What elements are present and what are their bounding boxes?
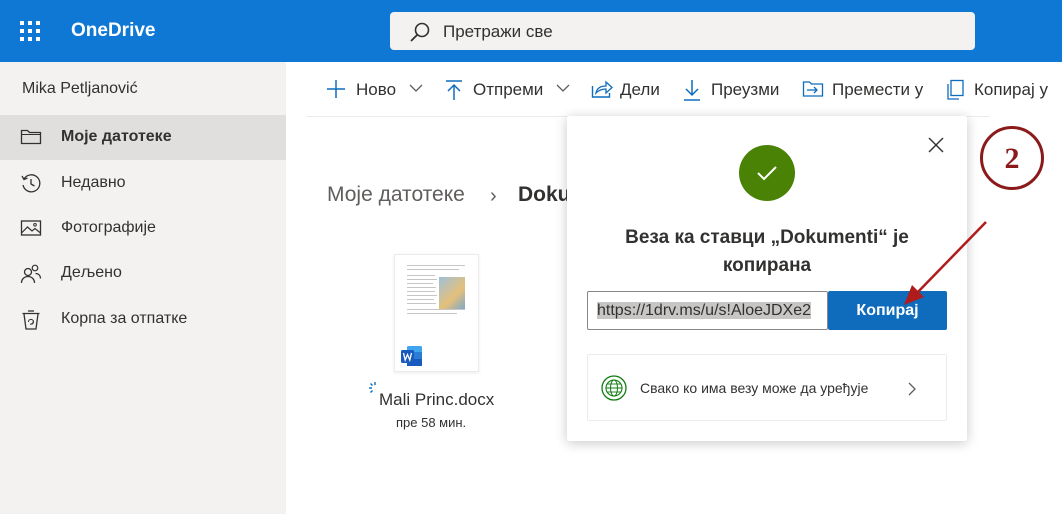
annotation-arrow [904,221,987,305]
